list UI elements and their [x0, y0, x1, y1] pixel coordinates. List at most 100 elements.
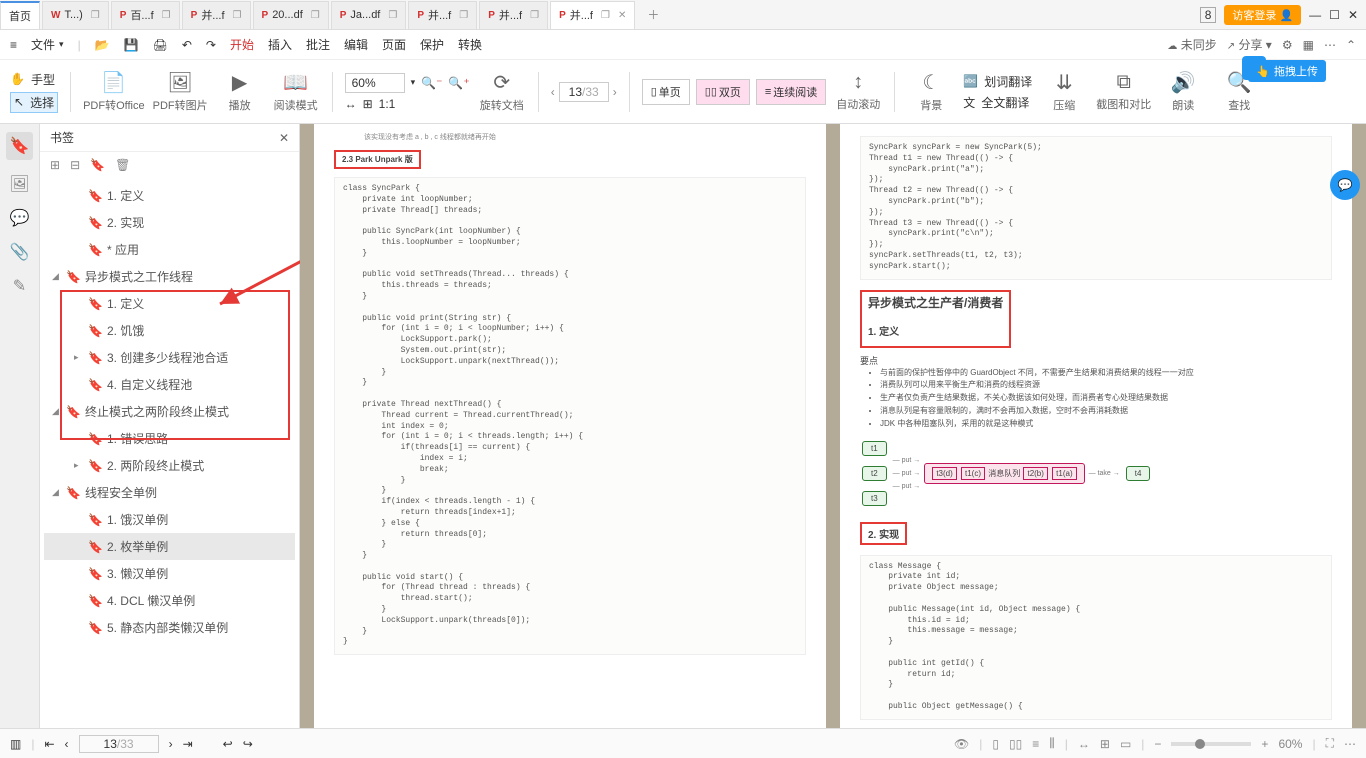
fit-width-icon[interactable]: ↔	[345, 97, 357, 111]
next-page-status-icon[interactable]: ›	[169, 737, 173, 751]
pdf-to-office-button[interactable]: 📄PDF转Office	[83, 70, 145, 113]
menu-edit[interactable]: 编辑	[344, 36, 368, 53]
tab-doc[interactable]: P并...f❐	[408, 1, 477, 29]
back-icon[interactable]: ↩	[223, 737, 233, 751]
continuous-button[interactable]: ≡ 连续阅读	[756, 79, 826, 105]
menu-start[interactable]: 开始	[230, 36, 254, 53]
bookmark-item[interactable]: 🔖3. 懒汉单例	[44, 560, 295, 587]
toggle-sidebar-icon[interactable]: ▥	[10, 737, 21, 751]
last-page-icon[interactable]: ⇥	[183, 737, 193, 751]
thumbnail-panel-icon[interactable]: 🖼	[9, 174, 29, 194]
tab-dup-icon[interactable]: ❐	[311, 10, 320, 21]
trans-label[interactable]: 全文翻译	[981, 94, 1029, 111]
tab-home[interactable]: 首页	[0, 1, 40, 29]
save-icon[interactable]: 💾	[124, 38, 139, 52]
bookmark-item[interactable]: 🔖1. 错误思路	[44, 425, 295, 452]
bookmark-item[interactable]: 🔖2. 实现	[44, 209, 295, 236]
bookmark-item[interactable]: 🔖1. 饿汉单例	[44, 506, 295, 533]
new-tab-button[interactable]: ＋	[637, 6, 669, 23]
zoom-dropdown-icon[interactable]: ▾	[411, 77, 416, 88]
zoom-in-icon[interactable]: 🔍⁺	[448, 76, 469, 90]
compress-button[interactable]: ⇊压缩	[1040, 70, 1088, 113]
collapse-all-icon[interactable]: ⊟	[70, 158, 80, 172]
bookmark-item[interactable]: ◢🔖终止模式之两阶段终止模式	[44, 398, 295, 425]
login-button[interactable]: 访客登录 👤	[1224, 5, 1301, 25]
more-icon[interactable]: ⋯	[1324, 38, 1336, 52]
tab-doc[interactable]: P并...f❐	[479, 1, 548, 29]
page-input[interactable]: 13/33	[559, 82, 609, 102]
edit-panel-icon[interactable]: ✎	[13, 276, 26, 296]
bookmark-item[interactable]: ◢🔖线程安全单例	[44, 479, 295, 506]
tab-dup-icon[interactable]: ❐	[530, 10, 539, 21]
expand-all-icon[interactable]: ⊞	[50, 158, 60, 172]
fit-icon[interactable]: ↔	[1078, 737, 1090, 751]
menu-annotate[interactable]: 批注	[306, 36, 330, 53]
bookmark-item[interactable]: 🔖4. DCL 懒汉单例	[44, 587, 295, 614]
tab-doc[interactable]: P20...df❐	[253, 1, 329, 29]
tab-dup-icon[interactable]: ❐	[162, 10, 171, 21]
view-single-icon[interactable]: ▯	[992, 737, 999, 751]
undo-icon[interactable]: ↶	[182, 38, 192, 52]
minimize-icon[interactable]: —	[1309, 8, 1321, 22]
dict-icon[interactable]: 🔤	[963, 74, 978, 88]
menu-protect[interactable]: 保护	[420, 36, 444, 53]
page-status-input[interactable]: 13/33	[79, 735, 159, 753]
print-icon[interactable]: 🖨	[153, 38, 168, 52]
view-cont-icon[interactable]: ≡	[1032, 737, 1039, 751]
single-page-button[interactable]: ▯ 单页	[642, 79, 690, 105]
hamburger-icon[interactable]: ≡	[10, 38, 17, 52]
play-button[interactable]: ▶播放	[216, 70, 264, 113]
close-icon[interactable]: ✕	[618, 10, 626, 21]
zoom-input[interactable]: 60%	[345, 73, 405, 93]
actual-size-icon[interactable]: 1:1	[379, 97, 396, 111]
tab-doc[interactable]: PJa...df❐	[331, 1, 407, 29]
zoom-out-status-icon[interactable]: −	[1154, 737, 1161, 751]
drag-upload-badge[interactable]: 👆 拖拽上传	[1248, 60, 1326, 82]
bookmark-item[interactable]: 🔖1. 定义	[44, 182, 295, 209]
autoscroll-button[interactable]: ↕自动滚动	[834, 71, 882, 112]
zoom-in-status-icon[interactable]: +	[1261, 737, 1268, 751]
zoom-out-icon[interactable]: 🔍⁻	[421, 76, 442, 90]
view-double-icon[interactable]: ▯▯	[1009, 737, 1022, 751]
select-tool-icon[interactable]: ↖	[14, 95, 24, 109]
zoom-slider[interactable]	[1171, 742, 1251, 746]
hand-tool-icon[interactable]: ✋	[10, 72, 25, 86]
del-bookmark-icon[interactable]: 🗑	[115, 158, 130, 172]
actual-icon[interactable]: ▭	[1120, 737, 1131, 751]
collapse-ribbon-icon[interactable]: ⌃	[1346, 38, 1356, 52]
comment-panel-icon[interactable]: 💬	[10, 208, 30, 228]
next-page-icon[interactable]: ›	[613, 85, 617, 99]
file-menu[interactable]: 文件 ▾	[31, 36, 64, 53]
select-label[interactable]: 选择	[30, 94, 54, 111]
dict-label[interactable]: 划词翻译	[984, 73, 1032, 90]
grid-icon[interactable]: ▦	[1303, 38, 1314, 52]
tab-dup-icon[interactable]: ❐	[388, 10, 397, 21]
bookmark-panel-icon[interactable]: 🔖	[6, 132, 34, 160]
forward-icon[interactable]: ↪	[243, 737, 253, 751]
tab-dup-icon[interactable]: ❐	[91, 10, 100, 21]
attachment-panel-icon[interactable]: 📎	[10, 242, 30, 262]
first-page-icon[interactable]: ⇤	[44, 737, 54, 751]
prev-page-status-icon[interactable]: ‹	[65, 737, 69, 751]
hand-label[interactable]: 手型	[31, 71, 55, 88]
close-window-icon[interactable]: ✕	[1348, 8, 1358, 22]
bookmark-item[interactable]: ▸🔖3. 创建多少线程池合适	[44, 344, 295, 371]
trans-icon[interactable]: 文	[963, 94, 975, 111]
menu-convert[interactable]: 转换	[458, 36, 482, 53]
bookmark-item[interactable]: 🔖1. 定义	[44, 290, 295, 317]
add-bookmark-icon[interactable]: 🔖	[90, 158, 105, 172]
open-icon[interactable]: 📂	[95, 38, 110, 52]
rotate-button[interactable]: ⟳旋转文档	[478, 70, 526, 113]
read-mode-button[interactable]: 📖阅读模式	[272, 70, 320, 113]
double-page-button[interactable]: ▯▯ 双页	[696, 79, 750, 105]
tab-dup-icon[interactable]: ❐	[233, 10, 242, 21]
tab-doc[interactable]: WT...)❐	[42, 1, 109, 29]
compare-button[interactable]: ⧉截图和对比	[1096, 71, 1151, 112]
sidebar-close-icon[interactable]: ✕	[279, 131, 289, 145]
fullscreen-icon[interactable]: ⛶	[1326, 736, 1334, 751]
tab-dup-icon[interactable]: ❐	[459, 10, 468, 21]
bookmark-item[interactable]: 🔖5. 静态内部类懒汉单例	[44, 614, 295, 641]
redo-icon[interactable]: ↷	[206, 38, 216, 52]
bookmark-item[interactable]: 🔖2. 饥饿	[44, 317, 295, 344]
bookmark-item[interactable]: 🔖* 应用	[44, 236, 295, 263]
